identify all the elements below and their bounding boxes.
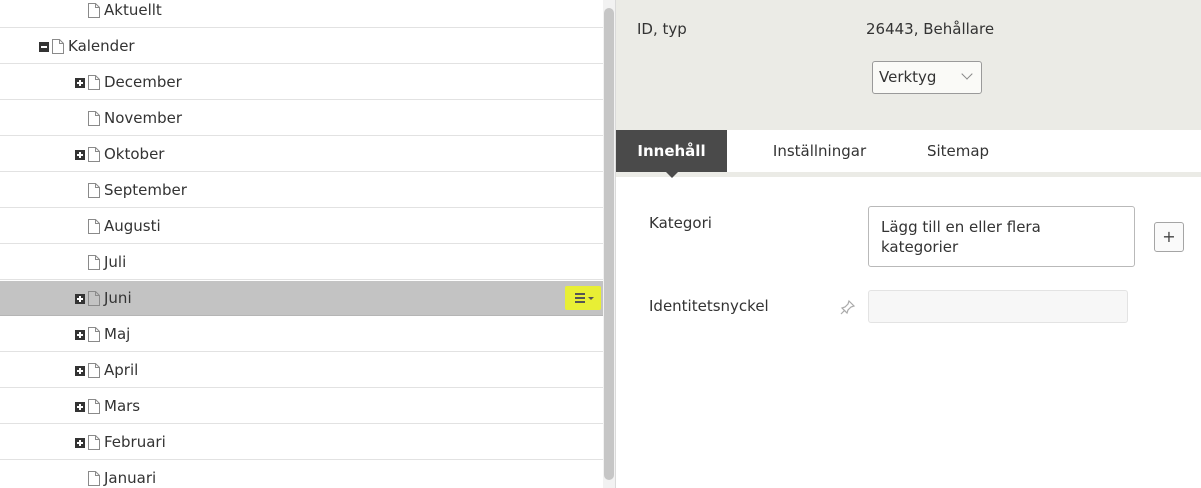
- expand-icon[interactable]: [75, 438, 85, 448]
- identity-key-input[interactable]: [868, 290, 1128, 323]
- tree-item-juni[interactable]: Juni: [0, 281, 603, 316]
- page-icon: [88, 327, 100, 342]
- tree-item-november[interactable]: November: [0, 101, 603, 136]
- tree-item-december[interactable]: December: [0, 65, 603, 100]
- expand-icon[interactable]: [75, 78, 85, 88]
- page-icon: [88, 399, 100, 414]
- tree-item-september[interactable]: September: [0, 173, 603, 208]
- tree-item-label: Februari: [104, 433, 166, 451]
- tree-item-februari[interactable]: Februari: [0, 425, 603, 460]
- page-icon: [52, 39, 64, 54]
- tree-item-mars[interactable]: Mars: [0, 389, 603, 424]
- page-icon: [88, 3, 100, 18]
- tab-bar: Innehåll Inställningar Sitemap: [616, 130, 1201, 178]
- category-input[interactable]: Lägg till en eller flera kategorier: [868, 206, 1135, 267]
- tree-scroll-thumb[interactable]: [604, 8, 614, 480]
- page-icon: [88, 255, 100, 270]
- tree-item-april[interactable]: April: [0, 353, 603, 388]
- tree-item-maj[interactable]: Maj: [0, 317, 603, 352]
- chevron-down-icon: [961, 68, 973, 80]
- page-icon: [88, 291, 100, 306]
- tab-sitemap[interactable]: Sitemap: [918, 130, 998, 172]
- tree-item-label: Augusti: [104, 217, 161, 235]
- tab-label: Inställningar: [772, 142, 867, 160]
- tab-label: Innehåll: [637, 142, 706, 160]
- expand-icon[interactable]: [75, 150, 85, 160]
- tree-item-label: Mars: [104, 397, 141, 415]
- tab-innehall[interactable]: Innehåll: [616, 130, 727, 178]
- tree-item-label: April: [104, 361, 139, 379]
- tree-item-label: Juli: [104, 253, 127, 271]
- page-icon: [88, 111, 100, 126]
- page-icon: [88, 147, 100, 162]
- collapse-icon[interactable]: [39, 42, 49, 52]
- page-icon: [88, 363, 100, 378]
- page-tree: Aktuellt Kalender December November Oktober S…: [0, 0, 603, 488]
- page-icon: [88, 219, 100, 234]
- tree-scrollbar[interactable]: [603, 0, 615, 488]
- identity-key-label: Identitetsnyckel: [649, 297, 769, 315]
- tree-item-label: Juni: [104, 289, 132, 307]
- tree-item-label: September: [104, 181, 187, 199]
- tree-item-label: Kalender: [68, 37, 135, 55]
- hamburger-menu-icon[interactable]: [565, 286, 601, 310]
- tree-item-januari[interactable]: Januari: [0, 461, 603, 488]
- tree-item-aktuellt[interactable]: Aktuellt: [0, 0, 603, 28]
- expand-icon[interactable]: [75, 366, 85, 376]
- tree-item-label: December: [104, 73, 182, 91]
- tools-dropdown[interactable]: Verktyg: [872, 61, 982, 94]
- page-icon: [88, 183, 100, 198]
- tree-item-kalender[interactable]: Kalender: [0, 29, 603, 64]
- add-category-button[interactable]: +: [1154, 222, 1184, 252]
- tree-item-label: November: [104, 109, 183, 127]
- tree-item-augusti[interactable]: Augusti: [0, 209, 603, 244]
- category-label: Kategori: [649, 214, 712, 232]
- tree-item-oktober[interactable]: Oktober: [0, 137, 603, 172]
- tree-item-label: Oktober: [104, 145, 165, 163]
- expand-icon[interactable]: [75, 294, 85, 304]
- expand-icon[interactable]: [75, 330, 85, 340]
- tab-installningar[interactable]: Inställningar: [757, 130, 882, 172]
- content-form: Kategori Lägg till en eller flera katego…: [616, 177, 1201, 488]
- expand-icon[interactable]: [75, 402, 85, 412]
- tree-item-label: Maj: [104, 325, 131, 343]
- tab-label: Sitemap: [926, 142, 990, 160]
- page-icon: [88, 75, 100, 90]
- page-icon: [88, 471, 100, 486]
- page-icon: [88, 435, 100, 450]
- tools-dropdown-label: Verktyg: [879, 68, 937, 86]
- tree-item-label: Januari: [104, 469, 157, 487]
- pin-icon[interactable]: [840, 299, 856, 315]
- id-type-label: ID, typ: [637, 20, 687, 38]
- content-header: ID, typ 26443, Behållare Verktyg: [616, 0, 1201, 130]
- tree-item-label: Aktuellt: [104, 1, 162, 19]
- id-type-value: 26443, Behållare: [866, 20, 995, 38]
- tree-item-juli[interactable]: Juli: [0, 245, 603, 280]
